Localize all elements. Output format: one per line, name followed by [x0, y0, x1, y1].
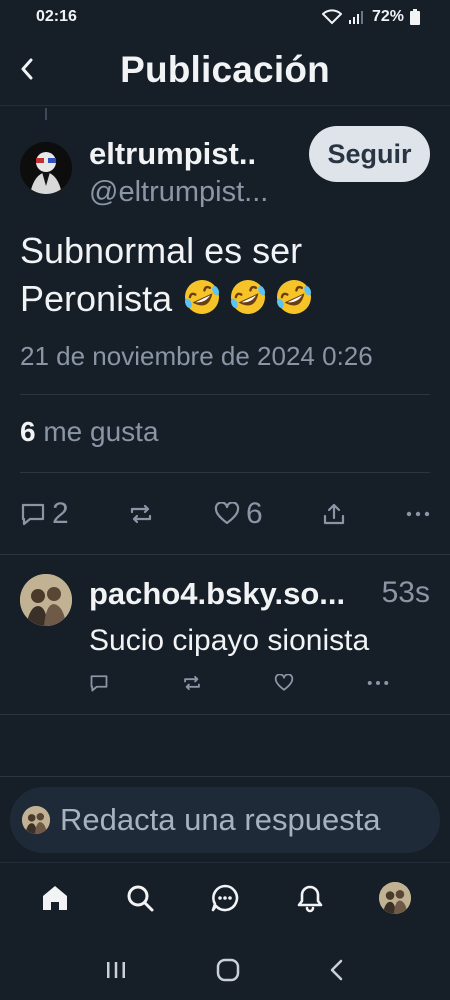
tab-profile[interactable]: [365, 868, 425, 928]
status-bar: 02:16 72%: [0, 0, 450, 34]
bottom-tab-bar: [0, 862, 450, 932]
page-title: Publicación: [120, 48, 330, 90]
reply-text: Sucio cipayo sionista: [89, 624, 370, 657]
post-author: eltrumpist.. @eltrumpist... Seguir: [20, 126, 430, 216]
section-divider: [0, 714, 450, 715]
search-icon: [127, 885, 154, 911]
chevron-left-icon: [21, 58, 33, 80]
more-icon: [406, 511, 430, 517]
battery-percent: 72%: [371, 8, 404, 25]
section-divider: [0, 776, 450, 777]
post-actions: 2 6: [20, 494, 430, 534]
divider: [20, 472, 430, 473]
share-icon: [324, 503, 345, 525]
rofl-emoji-icon: [185, 280, 220, 314]
compose-reply-input[interactable]: Redacta una respuesta: [10, 787, 440, 853]
home-nav-icon[interactable]: [216, 958, 240, 982]
battery-icon: [410, 9, 420, 25]
recent-apps-icon[interactable]: [105, 960, 127, 980]
likes-label: me gusta: [43, 416, 159, 447]
follow-button[interactable]: Seguir: [309, 126, 430, 182]
share-button[interactable]: [322, 502, 346, 526]
back-button[interactable]: [14, 54, 40, 84]
divider: [20, 394, 430, 395]
post-date: 21 de noviembre de 2024 0:26: [20, 341, 373, 371]
post-text: Subnormal es ser Peronista: [20, 227, 430, 323]
avatar[interactable]: [20, 142, 72, 194]
bell-icon: [297, 885, 323, 912]
reply-count: 2: [52, 497, 69, 530]
avatar: [379, 881, 412, 914]
comment-icon: [21, 503, 45, 526]
likes-summary[interactable]: 6 me gusta: [20, 416, 159, 448]
compose-placeholder: Redacta una respuesta: [60, 802, 381, 837]
system-nav-bar: [0, 940, 450, 1000]
reply-time: 53s: [381, 576, 430, 609]
post-text-line2: Peronista: [20, 278, 173, 319]
status-icons: 72%: [321, 8, 420, 26]
likes-count: 6: [20, 416, 36, 447]
reply-button[interactable]: 2: [20, 497, 69, 531]
repost-button[interactable]: [128, 503, 154, 525]
rofl-emoji-icon: [231, 280, 266, 314]
heart-icon: [214, 502, 240, 525]
author-name[interactable]: eltrumpist..: [89, 136, 256, 172]
back-nav-icon[interactable]: [329, 959, 345, 981]
more-icon[interactable]: [367, 679, 389, 687]
more-options-button[interactable]: [406, 510, 430, 518]
reply-author-name[interactable]: pacho4.bsky.so...: [89, 576, 345, 612]
signal-icon: [348, 11, 363, 24]
status-time: 02:16: [36, 8, 77, 25]
section-divider: [0, 554, 450, 555]
reply-actions: [89, 674, 389, 692]
tab-home[interactable]: [25, 868, 85, 928]
tab-search[interactable]: [110, 868, 170, 928]
repost-icon[interactable]: [182, 674, 202, 692]
wifi-icon: [321, 9, 342, 25]
avatar-image: [20, 574, 72, 626]
reply-item[interactable]: pacho4.bsky.so... 53s Sucio cipayo sioni…: [0, 556, 450, 716]
tab-notifications[interactable]: [280, 868, 340, 928]
avatar-image: [379, 881, 412, 914]
thread-line: [45, 108, 47, 120]
avatar-image: [20, 142, 72, 194]
like-count: 6: [246, 497, 263, 530]
rofl-emoji-icon: [277, 280, 312, 314]
post-emojis: [182, 278, 320, 319]
chat-icon: [211, 884, 239, 911]
repost-icon: [131, 504, 152, 524]
heart-icon[interactable]: [274, 674, 294, 692]
home-icon: [42, 885, 67, 910]
avatar: [22, 806, 50, 834]
header: Publicación: [0, 34, 450, 106]
avatar-image: [22, 806, 50, 834]
avatar[interactable]: [20, 574, 72, 626]
post-text-line1: Subnormal es ser: [20, 230, 303, 271]
tab-messages[interactable]: [195, 868, 255, 928]
comment-icon[interactable]: [89, 674, 109, 692]
like-button[interactable]: 6: [214, 497, 263, 531]
author-handle[interactable]: @eltrumpist...: [89, 176, 268, 209]
